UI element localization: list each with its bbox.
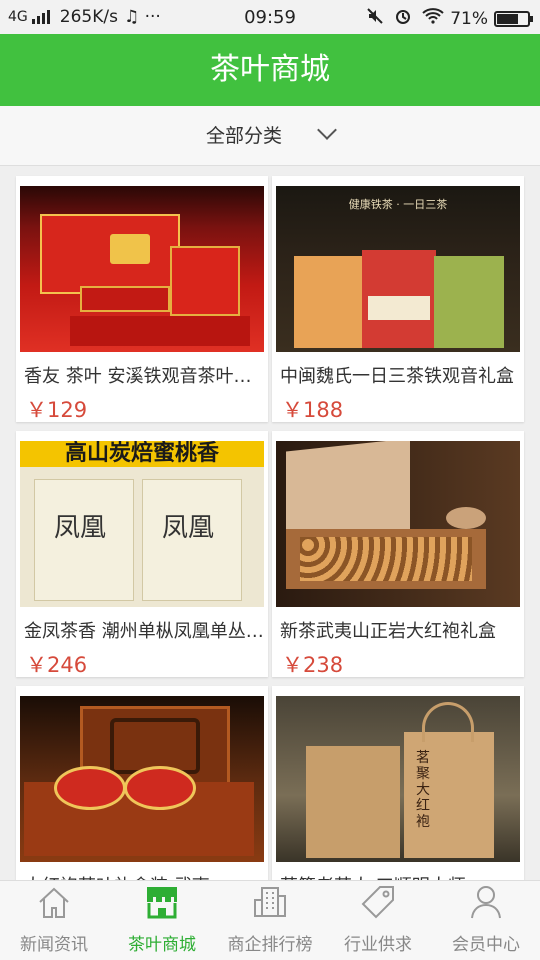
mute-icon bbox=[366, 7, 384, 30]
store-icon bbox=[143, 884, 181, 925]
product-card[interactable]: 高山炭焙蜜桃香 凤凰 凤凰 金凤茶香 潮州单枞凤凰单丛蜜桃香 ￥246 bbox=[16, 431, 268, 677]
category-filter-label: 全部分类 bbox=[205, 125, 282, 147]
image-box-text: 凤凰 bbox=[54, 513, 107, 543]
product-card[interactable]: 健康铁茶 · 一日三茶 中闽魏氏一日三茶铁观音礼盒 ￥188 bbox=[272, 176, 524, 422]
alarm-icon bbox=[394, 7, 412, 30]
building-icon bbox=[252, 884, 288, 925]
nav-label: 行业供求 bbox=[344, 935, 412, 955]
product-price: ￥129 bbox=[26, 398, 88, 422]
chevron-down-icon bbox=[317, 120, 337, 140]
product-image[interactable] bbox=[276, 441, 520, 607]
nav-item-member[interactable]: 会员中心 bbox=[432, 881, 540, 960]
image-banner-text: 高山炭焙蜜桃香 bbox=[20, 441, 264, 467]
product-title[interactable]: 新茶武夷山正岩大红袍礼盒 bbox=[280, 617, 520, 643]
product-image[interactable]: 健康铁茶 · 一日三茶 bbox=[276, 186, 520, 352]
product-price: ￥188 bbox=[282, 398, 344, 422]
product-title[interactable]: 香友 茶叶 安溪铁观音茶叶礼盒装 bbox=[24, 362, 264, 388]
product-image[interactable] bbox=[20, 186, 264, 352]
page-title: 茶叶商城 bbox=[0, 34, 540, 106]
home-icon bbox=[36, 886, 72, 925]
nav-item-supply[interactable]: 行业供求 bbox=[324, 881, 432, 960]
nav-item-ranking[interactable]: 商企排行榜 bbox=[216, 881, 324, 960]
product-price: ￥238 bbox=[282, 653, 344, 677]
product-title[interactable]: 茗签老茶人 工顺明大师 bbox=[280, 872, 520, 880]
battery-percent: 71% bbox=[450, 8, 488, 29]
image-box-text: 凤凰 bbox=[162, 513, 215, 543]
product-price: ￥246 bbox=[26, 653, 88, 677]
image-bag-text: 茗聚大红袍 bbox=[416, 750, 430, 830]
tag-icon bbox=[360, 884, 396, 925]
product-card[interactable]: 香友 茶叶 安溪铁观音茶叶礼盒装 ￥129 bbox=[16, 176, 268, 422]
product-card[interactable]: 新茶武夷山正岩大红袍礼盒 ￥238 bbox=[272, 431, 524, 677]
product-image[interactable] bbox=[20, 696, 264, 862]
wifi-icon bbox=[422, 8, 444, 29]
nav-label: 商企排行榜 bbox=[227, 935, 313, 955]
nav-item-tea-mall[interactable]: 茶叶商城 bbox=[108, 881, 216, 960]
status-bar: 4G 265K/s ♫ ··· 09:59 71% bbox=[0, 0, 540, 34]
product-title[interactable]: 金凤茶香 潮州单枞凤凰单丛蜜桃香 bbox=[24, 617, 264, 643]
product-image[interactable]: 茗聚大红袍 bbox=[276, 696, 520, 862]
nav-item-news[interactable]: 新闻资讯 bbox=[0, 881, 108, 960]
bottom-nav: 新闻资讯 茶叶商城 商企排行榜 行业供求 会员中心 bbox=[0, 880, 540, 960]
nav-label: 新闻资讯 bbox=[20, 935, 88, 955]
battery-icon bbox=[494, 10, 533, 27]
product-card[interactable]: 大红袍茶叶礼盒装 武夷 bbox=[16, 686, 268, 880]
product-title[interactable]: 大红袍茶叶礼盒装 武夷 bbox=[24, 872, 264, 880]
image-banner-text: 健康铁茶 · 一日三茶 bbox=[348, 198, 448, 211]
nav-label: 会员中心 bbox=[452, 935, 520, 955]
nav-label: 茶叶商城 bbox=[128, 935, 196, 955]
product-grid: 香友 茶叶 安溪铁观音茶叶礼盒装 ￥129 健康铁茶 · 一日三茶 中闽魏氏一日… bbox=[0, 166, 540, 880]
user-icon bbox=[468, 884, 504, 925]
product-card[interactable]: 茗聚大红袍 茗签老茶人 工顺明大师 bbox=[272, 686, 524, 880]
product-image[interactable]: 高山炭焙蜜桃香 凤凰 凤凰 bbox=[20, 441, 264, 607]
category-filter[interactable]: 全部分类 bbox=[0, 106, 540, 166]
product-title[interactable]: 中闽魏氏一日三茶铁观音礼盒 bbox=[280, 362, 520, 388]
